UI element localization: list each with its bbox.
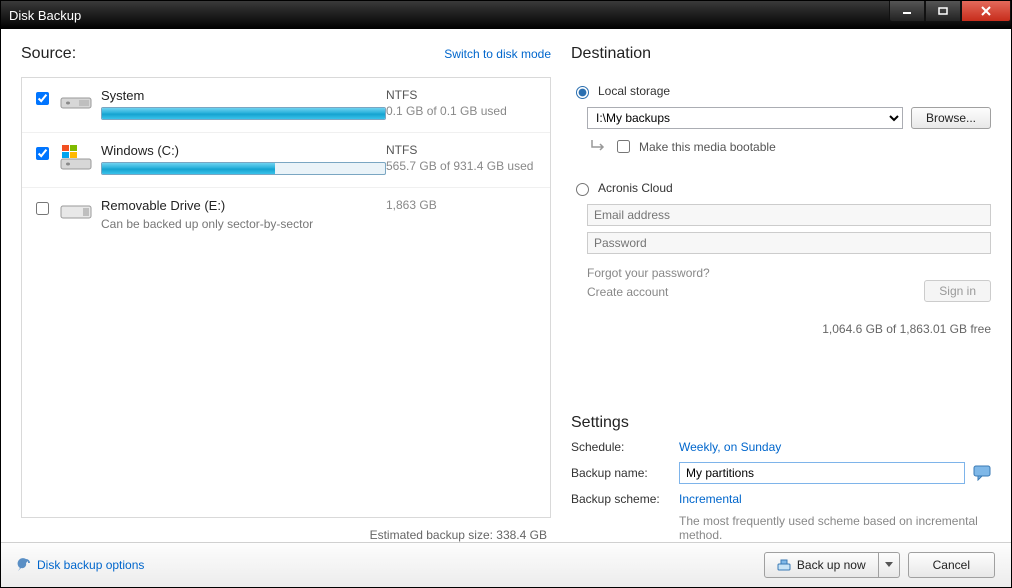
- disk-backup-window: Disk Backup Source: Switch to disk mode: [0, 0, 1012, 588]
- destination-heading: Destination: [571, 45, 651, 63]
- browse-button[interactable]: Browse...: [911, 107, 991, 129]
- forgot-password-link[interactable]: Forgot your password?: [587, 264, 710, 283]
- create-account-link[interactable]: Create account: [587, 283, 710, 302]
- local-storage-label: Local storage: [598, 84, 670, 98]
- comment-icon[interactable]: [973, 465, 991, 481]
- local-storage-group: Local storage I:\My backups Browse... Ma…: [571, 77, 991, 168]
- drive-checkbox-system[interactable]: [36, 92, 49, 105]
- footer-bar: Disk backup options Back up now Cancel: [1, 542, 1011, 587]
- drive-row-system[interactable]: System NTFS 0.1 GB of 0.1 GB used: [22, 78, 550, 133]
- usage-bar: [101, 162, 386, 175]
- maximize-icon: [938, 7, 948, 15]
- backup-name-label: Backup name:: [571, 466, 671, 480]
- settings-panel: Settings Schedule: Weekly, on Sunday Bac…: [571, 398, 991, 542]
- schedule-value-link[interactable]: Weekly, on Sunday: [679, 440, 991, 454]
- chevron-down-icon: [885, 562, 893, 568]
- maximize-button[interactable]: [925, 1, 961, 22]
- drive-fs: NTFS: [386, 88, 536, 102]
- sign-in-button[interactable]: Sign in: [924, 280, 991, 302]
- acronis-cloud-group: Acronis Cloud Forgot your password? Crea…: [571, 174, 991, 302]
- drive-name: Windows (C:): [101, 143, 386, 158]
- acronis-cloud-radio[interactable]: [576, 183, 589, 196]
- drive-name: System: [101, 88, 386, 103]
- destination-header-row: Destination: [571, 45, 991, 69]
- local-storage-radio[interactable]: [576, 86, 589, 99]
- removable-drive-icon: [59, 200, 93, 228]
- source-header-row: Source: Switch to disk mode: [21, 45, 551, 69]
- drive-list: System NTFS 0.1 GB of 0.1 GB used: [21, 77, 551, 518]
- destination-free-space: 1,064.6 GB of 1,863.01 GB free: [571, 322, 991, 336]
- disk-backup-options-link[interactable]: Disk backup options: [17, 558, 144, 572]
- hdd-icon: [59, 90, 93, 118]
- drive-checkbox-removable-e[interactable]: [36, 202, 49, 215]
- switch-disk-mode-link[interactable]: Switch to disk mode: [444, 47, 551, 61]
- source-heading: Source:: [21, 45, 76, 63]
- backup-icon: [777, 559, 791, 571]
- window-controls: [889, 1, 1011, 29]
- make-bootable-checkbox[interactable]: [617, 140, 630, 153]
- back-up-now-dropdown[interactable]: [879, 552, 900, 578]
- destination-path-select[interactable]: I:\My backups: [587, 107, 903, 129]
- backup-scheme-description: The most frequently used scheme based on…: [679, 514, 991, 542]
- back-up-now-label: Back up now: [797, 558, 866, 572]
- schedule-label: Schedule:: [571, 440, 671, 454]
- client-area: Source: Switch to disk mode System NTFS: [1, 29, 1011, 542]
- estimated-size-label: Estimated backup size: 338.4 GB: [21, 518, 551, 542]
- window-title: Disk Backup: [9, 8, 889, 23]
- drive-subtext: Can be backed up only sector-by-sector: [101, 217, 386, 231]
- password-field[interactable]: [587, 232, 991, 254]
- close-button[interactable]: [961, 1, 1011, 22]
- cancel-button[interactable]: Cancel: [908, 552, 995, 578]
- acronis-cloud-label: Acronis Cloud: [598, 181, 673, 195]
- email-field[interactable]: [587, 204, 991, 226]
- drive-name: Removable Drive (E:): [101, 198, 386, 213]
- drive-row-removable-e[interactable]: Removable Drive (E:) Can be backed up on…: [22, 188, 550, 243]
- make-bootable-label: Make this media bootable: [639, 140, 776, 154]
- drive-usage: 565.7 GB of 931.4 GB used: [386, 159, 536, 173]
- drive-row-windows-c[interactable]: Windows (C:) NTFS 565.7 GB of 931.4 GB u…: [22, 133, 550, 188]
- drive-usage: 1,863 GB: [386, 198, 536, 212]
- backup-name-input[interactable]: [679, 462, 965, 484]
- drive-fs: NTFS: [386, 143, 536, 157]
- drive-usage: 0.1 GB of 0.1 GB used: [386, 104, 536, 118]
- windows-drive-icon: [59, 145, 93, 173]
- local-storage-radio-row[interactable]: Local storage: [571, 83, 991, 99]
- disk-backup-options-label: Disk backup options: [37, 558, 144, 572]
- bootable-arrow-icon: [591, 139, 607, 154]
- titlebar: Disk Backup: [1, 1, 1011, 29]
- wrench-icon: [17, 558, 31, 572]
- minimize-button[interactable]: [889, 1, 925, 22]
- right-panel: Destination Local storage I:\My backups …: [571, 45, 991, 542]
- drive-checkbox-windows-c[interactable]: [36, 147, 49, 160]
- settings-heading: Settings: [571, 414, 991, 432]
- backup-scheme-label: Backup scheme:: [571, 492, 671, 506]
- usage-bar: [101, 107, 386, 120]
- close-icon: [980, 6, 992, 16]
- source-panel: Source: Switch to disk mode System NTFS: [21, 45, 551, 542]
- back-up-now-split-button: Back up now: [764, 552, 900, 578]
- acronis-cloud-radio-row[interactable]: Acronis Cloud: [571, 180, 991, 196]
- backup-scheme-value-link[interactable]: Incremental: [679, 492, 991, 506]
- minimize-icon: [902, 7, 912, 15]
- back-up-now-button[interactable]: Back up now: [764, 552, 879, 578]
